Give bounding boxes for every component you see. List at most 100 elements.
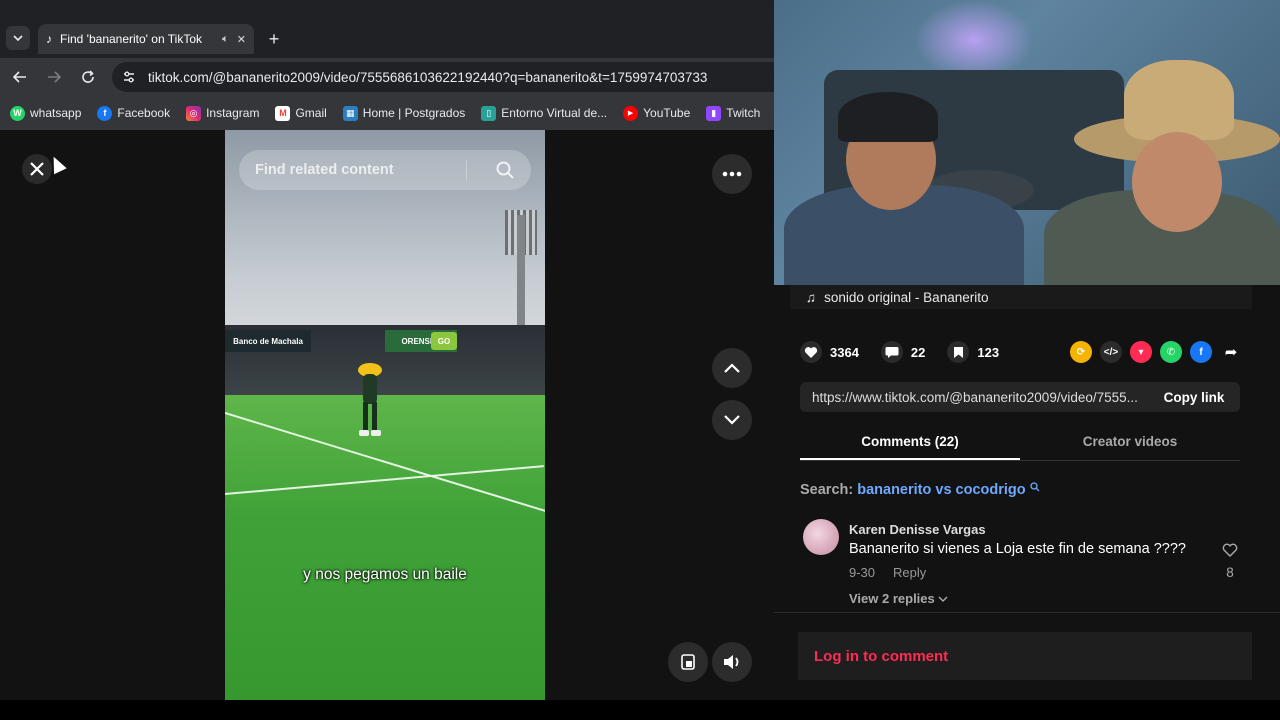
bookmark-whatsapp[interactable]: Wwhatsapp bbox=[10, 105, 81, 121]
tab-search-button[interactable] bbox=[6, 26, 30, 50]
search-keyword-link[interactable]: bananerito vs cocodrigo bbox=[857, 482, 1025, 498]
bookmark-facebook[interactable]: f Facebook bbox=[97, 105, 170, 121]
forward-button[interactable] bbox=[42, 65, 66, 89]
video-viewer: Banco de Machala ORENSES GO Find related… bbox=[0, 130, 774, 700]
youtube-icon: ▶ bbox=[623, 105, 639, 121]
comment-bubble-icon bbox=[880, 341, 903, 363]
back-button[interactable] bbox=[8, 65, 32, 89]
comment-search-suggestion: Search: bananerito vs cocodrigo bbox=[800, 482, 1040, 498]
video-caption: y nos pegamos un baile bbox=[303, 566, 467, 583]
share-buttons: ⟳ </> ▾ ✆ f ➦ bbox=[1070, 341, 1242, 363]
tiktok-favicon-icon: ♪ bbox=[46, 32, 52, 46]
comment-count: 22 bbox=[910, 344, 926, 360]
bookmark-gmail[interactable]: M Gmail bbox=[275, 105, 327, 121]
browser-chrome: ♪ Find 'bananerito' on TikTok 🔈︎ ✕ + tik… bbox=[0, 0, 774, 130]
video-details-panel: ♫ sonido original - Bananerito 3364 22 1… bbox=[774, 285, 1280, 700]
webcam-overlay bbox=[774, 0, 1280, 285]
search-label: Search: bbox=[800, 482, 854, 498]
next-video-button[interactable] bbox=[712, 400, 752, 440]
related-search-placeholder: Find related content bbox=[255, 162, 394, 178]
copy-link-button[interactable]: Copy link bbox=[1148, 390, 1240, 405]
bookmark-label: Instagram bbox=[206, 106, 260, 120]
chevron-down-icon bbox=[938, 596, 948, 602]
like-count: 3364 bbox=[830, 344, 859, 360]
tab-comments[interactable]: Comments (22) bbox=[800, 429, 1020, 460]
site-settings-icon[interactable] bbox=[122, 70, 136, 84]
search-icon bbox=[1030, 482, 1040, 492]
avatar[interactable] bbox=[803, 519, 839, 555]
repost-icon[interactable]: ⟳ bbox=[1070, 341, 1092, 363]
football-pitch bbox=[225, 395, 545, 700]
stadium-banner-left: Banco de Machala bbox=[225, 330, 311, 352]
reload-button[interactable] bbox=[76, 65, 100, 89]
address-bar[interactable]: tiktok.com/@bananerito2009/video/7555686… bbox=[112, 62, 774, 92]
chevron-down-icon bbox=[13, 35, 23, 42]
webcam-light-glow bbox=[914, 0, 1034, 80]
comment-author[interactable]: Karen Denisse Vargas bbox=[849, 522, 986, 537]
bookmark-label: YouTube bbox=[643, 106, 691, 120]
whatsapp-share-icon[interactable]: ✆ bbox=[1160, 341, 1182, 363]
bookmark-label: Entorno Virtual de... bbox=[501, 106, 608, 120]
video-player[interactable]: Banco de Machala ORENSES GO Find related… bbox=[225, 130, 545, 700]
bookmark-instagram[interactable]: ◎ Instagram bbox=[186, 105, 260, 121]
bookmark-icon bbox=[947, 341, 970, 363]
like-button[interactable]: 3364 bbox=[800, 341, 859, 363]
bottom-letterbox bbox=[0, 700, 1280, 720]
heart-icon bbox=[800, 341, 822, 363]
close-icon bbox=[30, 162, 44, 176]
video-link-text[interactable]: https://www.tiktok.com/@bananerito2009/v… bbox=[812, 390, 1148, 405]
bookmark-label: Gmail bbox=[295, 106, 327, 120]
gmail-icon: M bbox=[275, 105, 291, 121]
tab-creator-videos[interactable]: Creator videos bbox=[1020, 429, 1240, 460]
comment-date: 9-30 bbox=[849, 565, 876, 580]
new-tab-button[interactable]: + bbox=[262, 27, 286, 51]
back-arrow-icon bbox=[13, 71, 26, 83]
comment-meta: 9-30 Reply bbox=[849, 565, 926, 580]
webcam-person-right-hat-crown bbox=[1124, 60, 1234, 140]
embed-code-icon[interactable]: </> bbox=[1100, 341, 1122, 363]
speaker-icon[interactable]: 🔈︎ bbox=[222, 33, 229, 46]
bookmark-twitch[interactable]: ▮ Twitch bbox=[706, 105, 761, 121]
floating-player-button[interactable] bbox=[668, 642, 708, 682]
volume-button[interactable] bbox=[712, 642, 752, 682]
view-replies-button[interactable]: View 2 replies bbox=[849, 591, 948, 606]
music-row[interactable]: ♫ sonido original - Bananerito bbox=[790, 285, 1252, 309]
facebook-icon: f bbox=[97, 105, 113, 121]
share-arrow-icon[interactable]: ➦ bbox=[1220, 341, 1242, 363]
video-link-box: https://www.tiktok.com/@bananerito2009/v… bbox=[800, 382, 1240, 412]
related-search-input[interactable]: Find related content bbox=[239, 150, 531, 190]
bookmark-entorno-virtual[interactable]: ▯ Entorno Virtual de... bbox=[481, 105, 608, 121]
twitch-icon: ▮ bbox=[706, 105, 722, 121]
save-button[interactable]: 123 bbox=[947, 341, 999, 363]
tab-bar: ♪ Find 'bananerito' on TikTok 🔈︎ ✕ + bbox=[0, 0, 774, 58]
address-bar-url[interactable]: tiktok.com/@bananerito2009/video/7555686… bbox=[148, 70, 707, 85]
bookmark-postgrados[interactable]: ▦ Home | Postgrados bbox=[342, 105, 466, 121]
login-to-comment-button[interactable]: Log in to comment bbox=[798, 632, 1252, 680]
bookmark-youtube[interactable]: ▶ YouTube bbox=[623, 105, 691, 121]
webcam-person-left-cap bbox=[838, 92, 938, 142]
bookmarks-bar: Wwhatsapp f Facebook ◎ Instagram M Gmail ▦ H… bbox=[0, 96, 774, 130]
tab-active[interactable]: ♪ Find 'bananerito' on TikTok 🔈︎ ✕ bbox=[38, 24, 254, 54]
more-options-button[interactable] bbox=[712, 154, 752, 194]
search-icon[interactable] bbox=[495, 160, 515, 180]
navigation-toolbar: tiktok.com/@bananerito2009/video/7555686… bbox=[0, 58, 774, 96]
instagram-icon: ◎ bbox=[186, 105, 202, 121]
forward-arrow-icon bbox=[48, 71, 61, 83]
view-replies-label: View 2 replies bbox=[849, 591, 935, 606]
heart-outline-icon bbox=[1222, 543, 1238, 557]
reply-button[interactable]: Reply bbox=[893, 565, 926, 580]
engagement-stats: 3364 22 123 bbox=[800, 341, 999, 363]
entorno-virtual-icon: ▯ bbox=[481, 105, 497, 121]
comment-like-button[interactable] bbox=[1220, 543, 1240, 560]
panel-divider bbox=[774, 612, 1280, 613]
facebook-share-icon[interactable]: f bbox=[1190, 341, 1212, 363]
bookmark-label: Home | Postgrados bbox=[362, 106, 466, 120]
music-title: sonido original - Bananerito bbox=[824, 289, 989, 305]
previous-video-button[interactable] bbox=[712, 348, 752, 388]
send-icon[interactable]: ▾ bbox=[1130, 341, 1152, 363]
search-divider bbox=[466, 160, 467, 180]
bookmark-label: Twitch bbox=[726, 106, 761, 120]
tab-close-button[interactable]: ✕ bbox=[237, 33, 246, 46]
comment-like-count: 8 bbox=[1226, 565, 1234, 580]
comment-button[interactable]: 22 bbox=[880, 341, 926, 363]
